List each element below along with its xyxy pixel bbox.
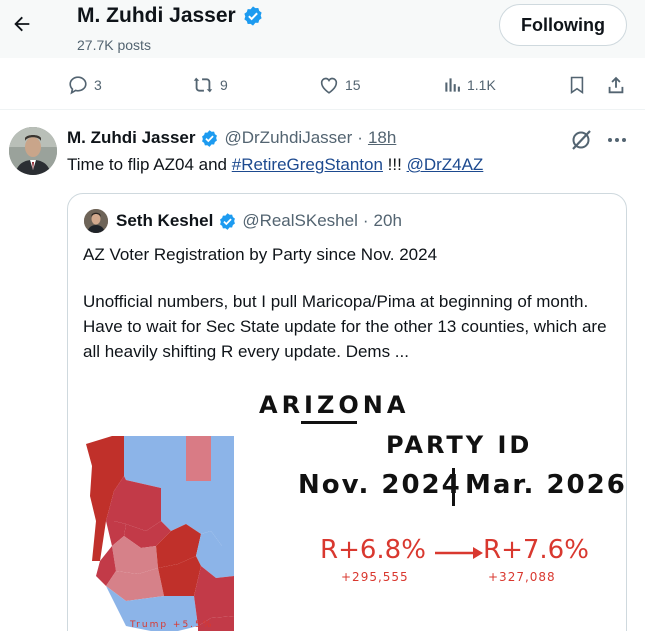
heart-icon: [320, 77, 338, 94]
tweet-timestamp[interactable]: 18h: [368, 128, 396, 148]
graphic-to-date: Mar. 2026: [465, 470, 627, 500]
profile-header: M. Zuhdi Jasser 27.7K posts Following: [0, 0, 645, 58]
tweet-text: Time to flip AZ04 and #RetireGregStanton…: [67, 155, 483, 175]
like-action[interactable]: 15: [318, 74, 361, 96]
views-action[interactable]: 1.1K: [442, 74, 496, 96]
graphic-title-part-1: ARI: [259, 391, 317, 419]
quoted-text-line-2: Unofficial numbers, but I pull Maricopa/…: [83, 292, 607, 361]
following-button[interactable]: Following: [499, 4, 627, 46]
title-underline: [301, 421, 357, 424]
quoted-author-avatar[interactable]: [84, 209, 108, 233]
graphic-from-value: R+6.8%: [320, 535, 426, 565]
reply-action[interactable]: 3: [67, 74, 102, 96]
reply-count: 3: [94, 77, 102, 93]
arizona-county-map: [86, 436, 234, 631]
quoted-text-line-1: AZ Voter Registration by Party since Nov…: [83, 245, 438, 264]
profile-title: M. Zuhdi Jasser: [77, 4, 264, 28]
graphic-title-part-2: ZO: [316, 391, 363, 419]
quoted-tweet-header: Seth Keshel @RealSKeshel · 20h: [116, 211, 402, 231]
grok-icon[interactable]: [569, 128, 593, 157]
tweet-text-prefix: Time to flip AZ04 and: [67, 155, 232, 174]
posts-count: 27.7K posts: [77, 37, 151, 53]
tweet-separator: ·: [357, 128, 363, 147]
tweet-text-middle: !!!: [382, 155, 407, 174]
arrow-right-icon: [435, 547, 483, 559]
repost-icon: [193, 77, 213, 93]
graphic-to-count: +327,088: [488, 570, 556, 584]
share-icon: [608, 76, 624, 94]
quoted-timestamp[interactable]: 20h: [374, 211, 402, 231]
author-avatar[interactable]: [9, 127, 57, 175]
share-action[interactable]: [605, 74, 627, 96]
quoted-media-image[interactable]: Trump +5.5% ARIZONA PARTY ID Nov. 2024 M…: [68, 374, 627, 631]
repost-count: 9: [220, 77, 228, 93]
view-count: 1.1K: [467, 77, 496, 93]
action-bar: 3 9 15 1.1K: [0, 58, 645, 110]
quoted-separator: ·: [362, 211, 369, 230]
like-count: 15: [345, 77, 361, 93]
quoted-tweet-text: AZ Voter Registration by Party since Nov…: [83, 242, 613, 364]
tweet-header: M. Zuhdi Jasser @DrZuhdiJasser · 18h: [67, 128, 396, 148]
verified-badge-icon: [244, 6, 262, 26]
graphic-from-count: +295,555: [341, 570, 409, 584]
graphic-from-date: Nov. 2024: [298, 470, 462, 500]
bookmark-action[interactable]: [567, 74, 587, 96]
views-chart-icon: [445, 78, 460, 92]
graphic-title-part-3: NA: [362, 391, 410, 419]
back-arrow-icon[interactable]: [10, 12, 34, 36]
mention-link[interactable]: @DrZ4AZ: [407, 155, 484, 174]
graphic-subtitle: PARTY ID: [386, 431, 533, 459]
quoted-author-name[interactable]: Seth Keshel: [116, 211, 213, 231]
date-divider: [452, 468, 455, 506]
tweet-author-name[interactable]: M. Zuhdi Jasser: [67, 128, 195, 148]
reply-icon: [69, 76, 87, 95]
quoted-tweet-card[interactable]: Seth Keshel @RealSKeshel · 20h AZ Voter …: [67, 193, 627, 631]
tweet-author-handle[interactable]: @DrZuhdiJasser: [224, 128, 352, 148]
verified-badge-icon: [220, 212, 236, 230]
verified-badge-icon: [202, 129, 218, 147]
graphic-to-value: R+7.6%: [483, 535, 589, 565]
profile-name: M. Zuhdi Jasser: [77, 4, 236, 27]
bookmark-icon: [570, 76, 584, 95]
quoted-author-handle[interactable]: @RealSKeshel: [242, 211, 358, 231]
map-caption: Trump +5.5%: [130, 620, 214, 630]
graphic-title: ARIZONA: [259, 391, 409, 419]
hashtag-link[interactable]: #RetireGregStanton: [232, 155, 383, 174]
repost-action[interactable]: 9: [191, 74, 228, 96]
more-options-icon[interactable]: [605, 128, 629, 157]
